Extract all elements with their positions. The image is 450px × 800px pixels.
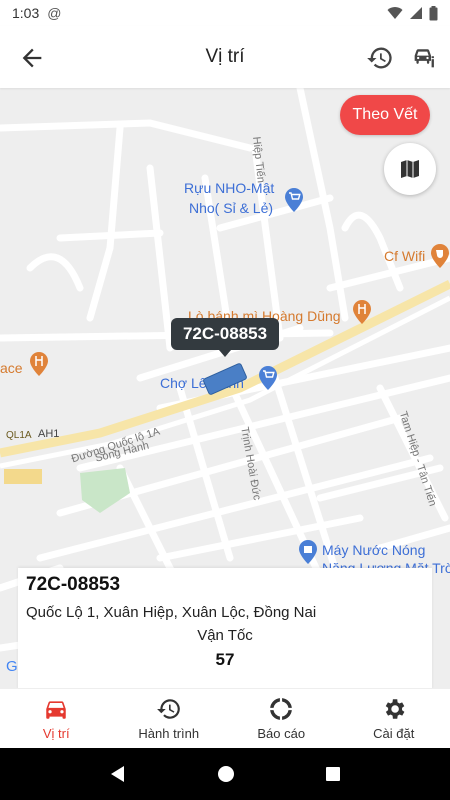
- follow-track-button[interactable]: Theo Vết: [340, 95, 430, 135]
- nav-item-report[interactable]: Báo cáo: [225, 689, 338, 748]
- home-nav-icon[interactable]: [217, 765, 235, 783]
- back-nav-icon[interactable]: [109, 765, 127, 783]
- status-icons: [387, 5, 438, 21]
- nav-label-report: Báo cáo: [257, 726, 306, 741]
- back-arrow-icon[interactable]: [18, 44, 46, 72]
- at-icon: @: [47, 5, 62, 21]
- recents-nav-icon[interactable]: [325, 766, 341, 782]
- app-screen: 1:03 @ Vị trí Hiệp Tiến Rựu NHO-Mật Nho(…: [0, 0, 450, 800]
- report-icon: [270, 698, 293, 720]
- restaurant-marker-icon-2[interactable]: [29, 352, 49, 376]
- vehicle-plate-marker[interactable]: 72C-08853: [171, 318, 279, 357]
- system-nav-bar: [0, 748, 450, 800]
- poi-ruou-line1: Rựu NHO-Mật: [184, 180, 275, 196]
- nav-label-journey: Hành trình: [138, 726, 200, 741]
- nav-label-location: Vị trí: [42, 726, 70, 741]
- poi-ruou-line2: Nho( Sỉ & Lẻ): [189, 200, 274, 216]
- vehicle-info-icon[interactable]: [410, 44, 438, 72]
- poi-cf-wifi: Cf Wifi: [384, 248, 426, 264]
- restaurant-marker-icon[interactable]: [352, 300, 372, 324]
- history-icon: [156, 699, 180, 719]
- road-ql1a: QL1A: [6, 430, 32, 441]
- signal-icon: [410, 7, 422, 19]
- battery-icon: [429, 5, 438, 20]
- gear-icon: [385, 699, 405, 719]
- app-bar: Vị trí: [0, 26, 450, 88]
- nav-item-settings[interactable]: Cài đặt: [338, 689, 450, 748]
- vehicle-address: Quốc Lộ 1, Xuân Hiệp, Xuân Lộc, Đồng Nai: [26, 604, 317, 621]
- nav-item-location[interactable]: Vị trí: [0, 689, 113, 748]
- nav-item-journey[interactable]: Hành trình: [113, 689, 226, 748]
- poi-may-nuoc-line1: Máy Nước Nóng: [322, 542, 426, 558]
- car-icon: [46, 701, 66, 719]
- wifi-icon: [387, 7, 403, 20]
- poi-ace: ace: [0, 360, 23, 376]
- google-logo: G: [6, 658, 18, 675]
- road-ah1: AH1: [38, 428, 60, 440]
- map-layer-button[interactable]: [384, 143, 436, 195]
- history-icon[interactable]: [366, 44, 394, 72]
- vehicle-plate: 72C-08853: [26, 574, 121, 595]
- market-marker-icon[interactable]: [258, 366, 278, 390]
- speed-value: 57: [215, 650, 235, 669]
- vehicle-info-card: 72C-08853 Quốc Lộ 1, Xuân Hiệp, Xuân Lộc…: [18, 568, 432, 690]
- status-time: 1:03: [12, 5, 40, 21]
- store-marker-icon[interactable]: [298, 540, 318, 564]
- nav-label-settings: Cài đặt: [373, 726, 415, 741]
- shopping-cart-marker-icon[interactable]: [284, 188, 304, 212]
- map-icon: [401, 160, 419, 178]
- speed-label: Vận Tốc: [197, 627, 253, 644]
- status-bar: 1:03 @: [0, 0, 450, 26]
- cafe-marker-icon[interactable]: [430, 244, 450, 268]
- bottom-nav: Vị trí Hành trình Báo cáo Cài đặt: [0, 688, 450, 748]
